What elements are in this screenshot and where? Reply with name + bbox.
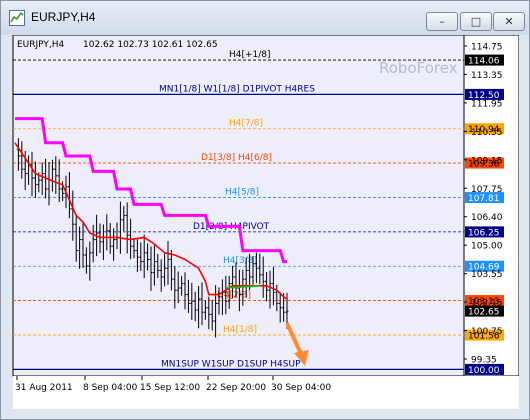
level-label: H4[+1/8]	[229, 50, 271, 60]
price-tick-label: 106.40	[471, 213, 503, 223]
time-tick-label: 15 Sep 12:00	[140, 383, 200, 393]
chart-window: EURJPY,H4 – □ ✕ EURJPY,H4 102.62 102.73 …	[0, 0, 530, 420]
price-tick-label: 110.55	[471, 128, 503, 138]
level-label: D1[3/8] H4[6/8]	[201, 153, 272, 163]
chart-ohlc-values: 102.62 102.73 102.61 102.65	[83, 40, 218, 50]
price-tick-label: 114.75	[471, 43, 503, 53]
time-tick-label: 22 Sep 20:00	[206, 383, 266, 393]
price-tick-label: 100.75	[471, 327, 503, 337]
price-chart[interactable]: EURJPY,H4 102.62 102.73 102.61 102.65 Ro…	[9, 35, 519, 409]
level-price-tag-text: 100.00	[468, 366, 500, 376]
price-tick-label: 111.95	[471, 99, 503, 109]
title-bar[interactable]: EURJPY,H4 – □ ✕	[1, 1, 529, 35]
price-tick-label: 113.35	[471, 71, 503, 81]
price-tick-label: 105.00	[471, 242, 503, 252]
level-label: MN1[1/8] W1[1/8] D1PIVOT H4RES	[159, 84, 315, 94]
minimize-button[interactable]: –	[426, 12, 458, 31]
minimize-icon: –	[439, 15, 445, 28]
current-price-tag-text: 102.65	[468, 308, 500, 318]
maximize-icon: □	[470, 15, 482, 28]
time-tick-label: 30 Sep 04:00	[271, 383, 331, 393]
time-tick-label: 8 Sep 04:00	[83, 383, 138, 393]
time-tick-label: 31 Aug 2011	[15, 383, 73, 393]
level-price-tag-text: 106.25	[468, 228, 500, 238]
level-label: H4[5/8]	[225, 188, 259, 198]
level-price-tag-text: 107.81	[468, 194, 500, 204]
level-label: H4[7/8]	[229, 119, 263, 129]
price-tick-label: 102.15	[471, 299, 503, 309]
level-price-tag-text: 114.06	[468, 57, 500, 67]
chart-window-icon	[9, 10, 25, 26]
price-tick-label: 107.75	[471, 185, 503, 195]
price-tick-label: 109.15	[471, 156, 503, 166]
maximize-button[interactable]: □	[460, 12, 492, 31]
chart-symbol-label: EURJPY,H4	[17, 40, 65, 50]
close-button[interactable]: ✕	[493, 12, 525, 31]
price-tick-label: 99.35	[471, 356, 497, 366]
price-tick-label: 103.55	[471, 270, 503, 280]
level-label: H4[3/8]	[223, 256, 257, 266]
window-title: EURJPY,H4	[31, 10, 96, 24]
level-label: H4[1/8]	[223, 325, 257, 335]
price-axis	[463, 35, 519, 377]
close-icon: ✕	[504, 15, 514, 28]
watermark: RoboForex	[379, 59, 458, 77]
level-label: MN1SUP W1SUP D1SUP H4SUP	[161, 359, 301, 369]
